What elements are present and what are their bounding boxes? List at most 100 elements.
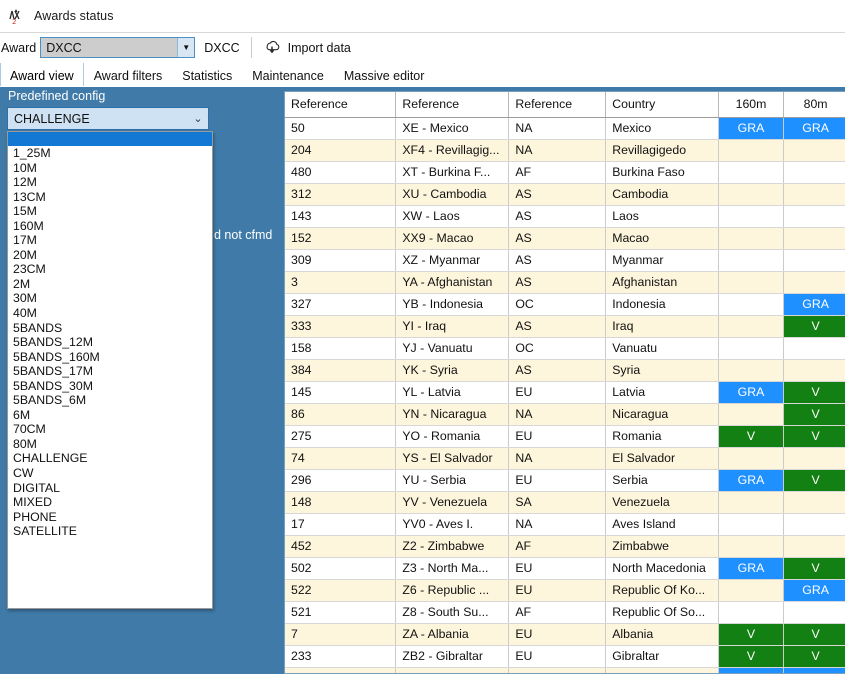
cell-band-160m[interactable]: GRA [718, 381, 784, 404]
predefined-config-option[interactable]: 80M [8, 437, 212, 452]
cell-band-80m[interactable] [783, 227, 845, 250]
cell-reference-number[interactable]: 152 [285, 227, 397, 250]
cell-band-160m[interactable] [718, 579, 784, 602]
cell-reference-prefix[interactable]: XX9 - Macao [395, 227, 510, 250]
predefined-config-option[interactable]: 2M [8, 277, 212, 292]
cell-continent[interactable]: SA [508, 491, 607, 514]
cell-country[interactable]: Cambodia [605, 183, 720, 206]
cell-reference-number[interactable]: 502 [285, 557, 397, 580]
cell-band-80m[interactable]: GRA [783, 117, 845, 140]
award-select[interactable]: DXCC ▼ [40, 37, 196, 58]
cell-reference-prefix[interactable]: XW - Laos [395, 205, 510, 228]
predefined-config-option[interactable]: 5BANDS [8, 321, 212, 336]
table-row[interactable]: 333YI - IraqASIraqVV [285, 315, 845, 338]
predefined-config-option[interactable]: 10M [8, 161, 212, 176]
cell-band-160m[interactable]: GRA [718, 117, 784, 140]
cell-country[interactable]: Republic Of So... [605, 601, 720, 624]
table-row[interactable]: 7ZA - AlbaniaEUAlbaniaVVV [285, 623, 845, 646]
cell-band-80m[interactable] [783, 535, 845, 558]
predefined-config-option[interactable]: 160M [8, 219, 212, 234]
cell-band-160m[interactable] [718, 359, 784, 382]
cell-band-80m[interactable] [783, 513, 845, 536]
cell-reference-prefix[interactable]: Z6 - Republic ... [395, 579, 510, 602]
table-row[interactable]: 384YK - SyriaASSyriaGRA [285, 359, 845, 382]
predefined-config-dropdown-list[interactable]: 1_25M 10M 12M 13CM 15M 160M 17M 20M 23CM 2M 30M 40M… [7, 131, 213, 609]
cell-reference-prefix[interactable]: XT - Burkina F... [395, 161, 510, 184]
table-row[interactable]: 158 YJ - Vanuatu OC Vanuatu [285, 337, 845, 360]
cell-country[interactable]: Burkina Faso [605, 161, 720, 184]
cell-band-160m[interactable]: GRA [718, 557, 784, 580]
cell-continent[interactable]: NA [508, 139, 607, 162]
cell-reference-number[interactable]: 86 [285, 403, 397, 426]
predefined-config-option[interactable]: 5BANDS_6M [8, 393, 212, 408]
predefined-config-option[interactable]: 13CM [8, 190, 212, 205]
cell-reference-number[interactable]: 233 [285, 645, 397, 668]
cell-band-80m[interactable]: GRA [783, 667, 845, 673]
cell-reference-number[interactable]: 50 [285, 117, 397, 140]
table-row[interactable]: 86YN - NicaraguaNANicaraguaVV [285, 403, 845, 426]
cell-reference-number[interactable]: 145 [285, 381, 397, 404]
predefined-config-option[interactable]: 30M [8, 291, 212, 306]
cell-continent[interactable]: AS [508, 183, 607, 206]
cell-country[interactable]: Vanuatu [605, 337, 720, 360]
cell-reference-prefix[interactable]: XF4 - Revillagig... [395, 139, 510, 162]
cell-continent[interactable]: EU [508, 381, 607, 404]
cell-reference-number[interactable]: 148 [285, 491, 397, 514]
cell-continent[interactable]: AS [508, 205, 607, 228]
table-row[interactable]: 275YO - RomaniaEURomaniaVVV [285, 425, 845, 448]
cell-continent[interactable] [508, 667, 607, 673]
cell-continent[interactable]: EU [508, 557, 607, 580]
cell-band-160m[interactable] [718, 227, 784, 250]
cell-band-80m[interactable]: GRA [783, 579, 845, 602]
cell-continent[interactable]: NA [508, 447, 607, 470]
cell-reference-prefix[interactable]: YO - Romania [395, 425, 510, 448]
cell-band-80m[interactable] [783, 183, 845, 206]
cell-reference-number[interactable]: 452 [285, 535, 397, 558]
table-row[interactable]: 521 Z8 - South Su... AF Republic Of So... [285, 601, 845, 624]
cell-reference-prefix[interactable]: ZA - Albania [395, 623, 510, 646]
cell-reference-prefix[interactable]: YK - Syria [395, 359, 510, 382]
cell-continent[interactable]: AS [508, 249, 607, 272]
cell-reference-number[interactable]: 158 [285, 337, 397, 360]
cell-band-160m[interactable] [718, 513, 784, 536]
cell-reference-prefix[interactable] [395, 667, 510, 673]
cell-reference-prefix[interactable]: YS - El Salvador [395, 447, 510, 470]
col-header-reference-number[interactable]: Reference [285, 92, 397, 118]
cell-band-80m[interactable]: V [783, 425, 845, 448]
predefined-config-option[interactable]: 12M [8, 175, 212, 190]
cell-country[interactable]: Indonesia [605, 293, 720, 316]
cell-band-160m[interactable] [718, 293, 784, 316]
predefined-config-option[interactable]: PHONE [8, 510, 212, 525]
cell-band-80m[interactable] [783, 249, 845, 272]
cell-continent[interactable]: AS [508, 271, 607, 294]
table-row[interactable]: 50XE - MexicoNAMexicoGRAGRAV [285, 117, 845, 140]
cell-country[interactable]: Zimbabwe [605, 535, 720, 558]
col-header-80m[interactable]: 80m [783, 92, 845, 118]
tab-award-filters[interactable]: Award filters [84, 63, 173, 87]
cell-band-80m[interactable]: V [783, 403, 845, 426]
cell-country[interactable]: Serbia [605, 469, 720, 492]
cell-reference-number[interactable]: 522 [285, 579, 397, 602]
cell-band-160m[interactable] [718, 205, 784, 228]
predefined-config-option[interactable]: MIXED [8, 495, 212, 510]
cell-reference-number[interactable]: 521 [285, 601, 397, 624]
cell-band-160m[interactable] [718, 139, 784, 162]
cell-band-160m[interactable]: V [718, 623, 784, 646]
predefined-config-option[interactable]: CW [8, 466, 212, 481]
cell-continent[interactable]: AF [508, 601, 607, 624]
cell-continent[interactable]: OC [508, 293, 607, 316]
predefined-config-option[interactable]: 70CM [8, 422, 212, 437]
predefined-config-option[interactable]: 17M [8, 233, 212, 248]
cell-continent[interactable]: AF [508, 535, 607, 558]
cell-continent[interactable]: NA [508, 117, 607, 140]
cell-reference-number[interactable]: 312 [285, 183, 397, 206]
table-row[interactable]: 480 XT - Burkina F... AF Burkina Faso [285, 161, 845, 184]
cell-country[interactable]: Macao [605, 227, 720, 250]
table-row[interactable]: 233ZB2 - GibraltarEUGibraltarVVV [285, 645, 845, 668]
cell-band-80m[interactable]: V [783, 557, 845, 580]
cell-reference-number[interactable]: 17 [285, 513, 397, 536]
tab-statistics[interactable]: Statistics [172, 63, 242, 87]
cell-country[interactable]: North Macedonia [605, 557, 720, 580]
table-row[interactable]: 312XU - CambodiaASCambodiaV [285, 183, 845, 206]
cell-country[interactable]: Venezuela [605, 491, 720, 514]
